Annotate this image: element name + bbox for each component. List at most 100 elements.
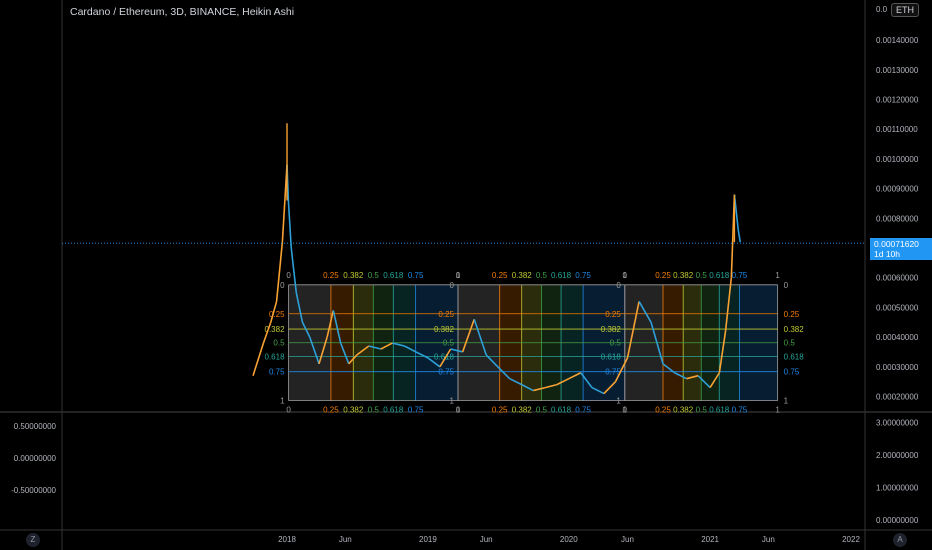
price-axis-tick: 0.00050000	[876, 303, 919, 312]
fib-time-label-bottom: 0	[286, 406, 291, 415]
time-axis-tick: 2022	[842, 535, 860, 544]
fib-time-label-bottom: 1	[775, 406, 780, 415]
price-axis-tick: 0.00110000	[876, 125, 918, 134]
fib-time-label-top: 0.75	[575, 271, 591, 280]
price-segment	[252, 342, 265, 376]
fib-price-label: 0	[450, 281, 455, 290]
price-axis-tick: 0.00030000	[876, 363, 919, 372]
fib-time-label-top: 0.382	[343, 271, 364, 280]
fib-time-label-bottom: 0	[623, 406, 628, 415]
fib-time-label-top: 0.5	[536, 271, 548, 280]
fib-price-label: 0	[280, 281, 285, 290]
fib-time-label-bottom: 0	[456, 406, 461, 415]
fib-price-label: 0.75	[269, 368, 285, 377]
fib-time-label-top: 0.75	[732, 271, 748, 280]
indicator-right-axis-tick: 3.00000000	[876, 419, 919, 428]
indicator-left-axis-tick: 0.50000000	[14, 422, 57, 431]
bar-countdown: 1d 10h	[874, 249, 900, 259]
time-axis-tick: 2020	[560, 535, 578, 544]
price-axis-tick: 0.00060000	[876, 274, 919, 283]
fib-time-label-top: 0.5	[696, 271, 708, 280]
fib-price-label-right: 0.75	[784, 368, 800, 377]
price-axis-tick: 0.00130000	[876, 66, 919, 75]
fib-time-label-bottom: 0.618	[709, 406, 730, 415]
fib-price-label: 1	[280, 397, 285, 406]
fib-time-label-bottom: 0.25	[655, 406, 671, 415]
fib-time-label-top: 0	[456, 271, 461, 280]
fib-time-label-bottom: 0.5	[536, 406, 548, 415]
fib-time-label-top: 0.618	[551, 271, 572, 280]
price-segment	[275, 241, 284, 302]
indicator-right-axis-tick: 1.00000000	[876, 484, 919, 493]
price-axis-tick-top: 0.0	[876, 5, 888, 14]
fib-time-label-bottom: 0.75	[575, 406, 591, 415]
time-axis-tick: 2018	[278, 535, 296, 544]
price-segment	[737, 230, 741, 243]
chart-title: Cardano / Ethereum, 3D, BINANCE, Heikin …	[70, 6, 295, 18]
fib-time-label-bottom: 0.618	[551, 406, 572, 415]
fib-time-label-bottom: 0.25	[323, 406, 339, 415]
fib-time-label-top: 0.75	[408, 271, 424, 280]
fib-price-label: 0	[616, 281, 621, 290]
fib-price-label-right: 0.5	[784, 339, 796, 348]
last-price-value: 0.00071620	[874, 239, 919, 249]
fib-time-label-top: 1	[775, 271, 780, 280]
fib-time-label-bottom: 0.382	[512, 406, 533, 415]
fib-time-label-bottom: 0.382	[673, 406, 694, 415]
fib-time-label-top: 0.25	[323, 271, 339, 280]
time-axis-tick: Jun	[621, 535, 634, 544]
currency-badge[interactable]: ETH	[891, 3, 919, 17]
last-price-tag: 0.00071620 1d 10h	[870, 238, 932, 260]
fib-price-label: 0.25	[605, 310, 621, 319]
fib-time-label-top: 0.5	[368, 271, 380, 280]
fib-price-label: 0.618	[601, 352, 622, 361]
time-axis-tick: 2021	[701, 535, 719, 544]
fib-time-label-top: 0.25	[655, 271, 671, 280]
fib-price-label: 0.5	[273, 339, 285, 348]
zoom-button[interactable]: Z	[26, 533, 40, 547]
fib-price-label-right: 0.25	[784, 310, 800, 319]
fib-price-label-right: 0.618	[784, 352, 805, 361]
fib-time-label-bottom: 0.5	[368, 406, 380, 415]
price-segment	[287, 203, 293, 249]
price-axis-tick: 0.00020000	[876, 393, 919, 402]
fib-price-label-right: 1	[784, 397, 789, 406]
indicator-right-axis-tick: 0.00000000	[876, 516, 919, 525]
price-axis-tick: 0.00080000	[876, 214, 919, 223]
fib-time-label-top: 0.25	[492, 271, 508, 280]
price-axis-tick: 0.00140000	[876, 36, 919, 45]
price-axis-tick: 0.00100000	[876, 155, 919, 164]
fib-time-label-top: 0.618	[709, 271, 730, 280]
fib-time-label-bottom: 0.75	[408, 406, 424, 415]
fib-time-label-bottom: 0.75	[732, 406, 748, 415]
time-axis-tick: Jun	[762, 535, 775, 544]
indicator-left-axis-tick: 0.00000000	[14, 454, 57, 463]
indicator-right-axis-tick: 2.00000000	[876, 451, 919, 460]
auto-scale-button[interactable]: A	[893, 533, 907, 547]
fib-time-label-top: 0	[286, 271, 291, 280]
fib-price-label: 0.25	[438, 310, 454, 319]
fib-price-label: 0.5	[443, 339, 455, 348]
fib-time-label-top: 0	[623, 271, 628, 280]
fib-price-label: 0.5	[610, 339, 622, 348]
fib-time-label-top: 0.382	[673, 271, 694, 280]
time-axis-tick: Jun	[480, 535, 493, 544]
indicator-left-axis-tick: -0.50000000	[11, 486, 56, 495]
price-axis-tick: 0.00040000	[876, 333, 919, 342]
fib-price-label-right: 0	[784, 281, 789, 290]
fib-time-label-top: 0.618	[383, 271, 404, 280]
fib-time-label-bottom: 0.25	[492, 406, 508, 415]
fib-time-label-top: 0.382	[512, 271, 533, 280]
fib-time-label-bottom: 0.5	[696, 406, 708, 415]
fib-time-label-bottom: 0.382	[343, 406, 364, 415]
fib-time-label-bottom: 0.618	[383, 406, 404, 415]
fib-price-label: 0.75	[438, 368, 454, 377]
chart: 0.001400000.001300000.001200000.00110000…	[0, 0, 932, 550]
fib-price-label: 1	[616, 397, 621, 406]
time-axis-tick: Jun	[339, 535, 352, 544]
price-axis-tick: 0.00090000	[876, 185, 919, 194]
fib-price-label: 1	[450, 397, 455, 406]
fib-price-label-right: 0.382	[784, 325, 805, 334]
time-axis-tick: 2019	[419, 535, 437, 544]
fib-price-label: 0.382	[601, 325, 622, 334]
